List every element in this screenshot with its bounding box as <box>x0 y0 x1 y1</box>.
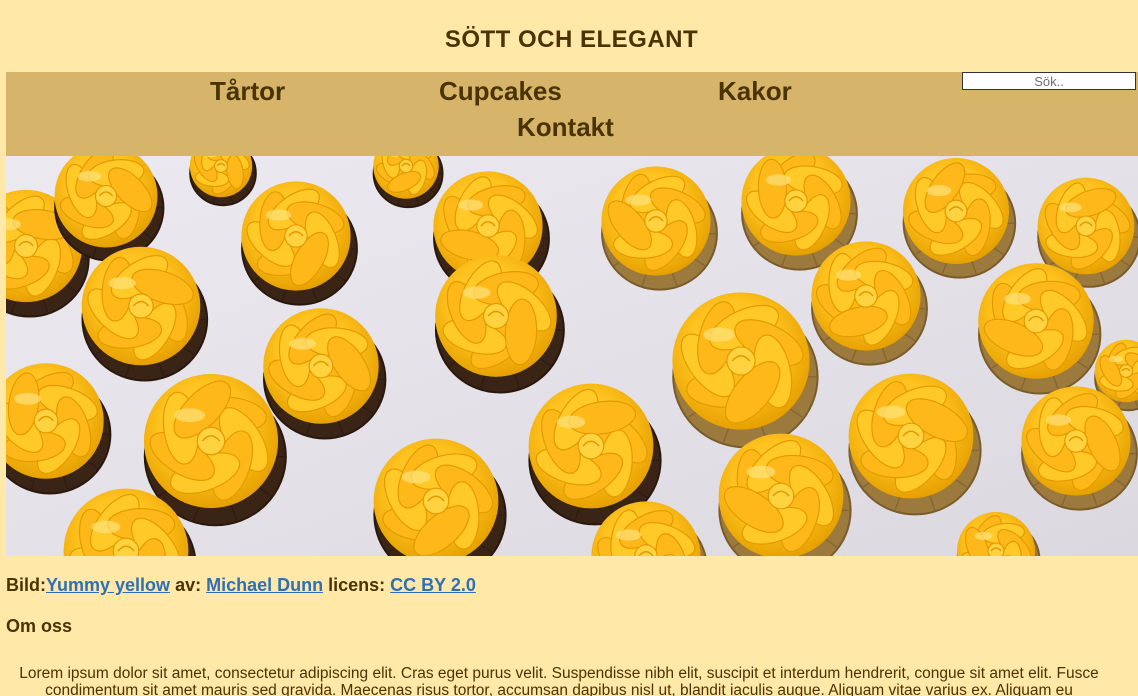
nav-item-tartor[interactable]: Tårtor <box>210 76 285 107</box>
license-link[interactable]: CC BY 2.0 <box>390 575 476 595</box>
nav-item-kontakt[interactable]: Kontakt <box>517 112 614 143</box>
about-heading: Om oss <box>6 616 73 636</box>
hero-image <box>6 156 1138 556</box>
credit-license-prefix: licens: <box>323 575 391 595</box>
search-input[interactable] <box>962 72 1136 90</box>
author-link[interactable]: Michael Dunn <box>206 575 323 595</box>
nav-item-kakor[interactable]: Kakor <box>718 76 792 107</box>
about-text: Lorem ipsum dolor sit amet, consectetur … <box>19 665 1099 696</box>
nav-item-cupcakes[interactable]: Cupcakes <box>439 76 562 107</box>
credit-prefix: Bild: <box>6 575 46 595</box>
page: SÖTT OCH ELEGANT Tårtor Cupcakes Kakor K… <box>0 0 1138 696</box>
credit-author-prefix: av: <box>170 575 207 595</box>
site-title: SÖTT OCH ELEGANT <box>444 26 699 53</box>
cupcake <box>54 156 165 262</box>
main-nav: Tårtor Cupcakes Kakor Kontakt <box>6 72 1138 156</box>
image-credit: Bild:Yummy yellow av: Michael Dunn licen… <box>6 575 476 596</box>
image-title-link[interactable]: Yummy yellow <box>46 575 170 595</box>
